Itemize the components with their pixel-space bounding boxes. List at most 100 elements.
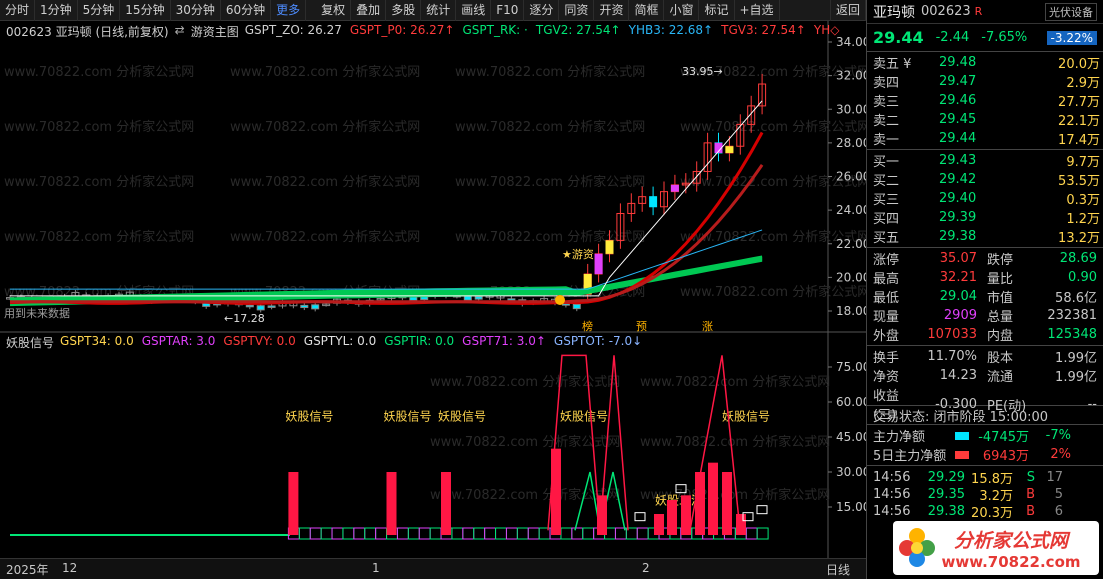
price-change-pct: -7.65% (981, 30, 1028, 45)
tick-time: 14:56 (873, 487, 911, 502)
period-tab-4[interactable]: 30分钟 (171, 0, 221, 21)
signal-box (353, 527, 366, 540)
ask-row[interactable]: 卖四 29.47 2.9万 (867, 72, 1103, 91)
toolbar-button-11[interactable]: 标记 (699, 0, 735, 21)
stat-label: 最低 (873, 291, 900, 306)
chart-toolbar: 分时 1分钟 5分钟 15分钟 30分钟 60分钟 更多 复权 叠加 多股 统计 画线 F10 逐分 同资开… (0, 0, 866, 21)
period-tab-2[interactable]: 5分钟 (78, 0, 121, 21)
signal-bar (722, 472, 732, 535)
period-tab-3[interactable]: 15分钟 (120, 0, 171, 21)
period-tab-0[interactable]: 分时 (0, 0, 36, 21)
tick-row: 14:56 29.35 3.2万 B 5 (867, 485, 1103, 504)
stock-name: 亚玛顿 (873, 4, 915, 21)
tick-time: 14:56 (873, 470, 911, 485)
tick-count: 17 (1046, 470, 1063, 485)
back-button[interactable]: 返回 (829, 0, 866, 21)
signal-bar (441, 472, 451, 535)
price-change: -2.44 (935, 30, 970, 45)
signal-box (756, 527, 769, 540)
period-label[interactable]: 日线 (826, 561, 850, 578)
signal-box (396, 527, 409, 540)
swap-icon[interactable]: ⇄ (175, 23, 185, 40)
toolbar-button-12[interactable]: +自选 (735, 0, 780, 21)
candle-body (572, 303, 581, 310)
ask-row[interactable]: 卖一 29.44 17.4万 (867, 129, 1103, 148)
period-tab-1[interactable]: 1分钟 (35, 0, 78, 21)
indicator-name[interactable]: 游资主图 (191, 23, 239, 40)
background-watermark: www.70822.com 分析家公式网 (4, 174, 194, 190)
signal-box (582, 527, 595, 540)
signal-box (527, 527, 540, 540)
ask-row[interactable]: 卖五 ¥ 29.48 20.0万 (867, 53, 1103, 72)
signal-box (429, 527, 442, 540)
youzi-annotation: ★游资 (562, 248, 594, 261)
toolbar-button-9[interactable]: 简框 (629, 0, 665, 21)
tick-side: B (1026, 504, 1035, 519)
stat-label: 跌停 (987, 253, 1014, 268)
signal-bar (667, 500, 677, 535)
stat-row: 涨停 35.07 跌停 28.69 (867, 249, 1103, 268)
main-legend-item: TGV3: 27.54↑ (721, 23, 806, 37)
order-price: 29.46 (939, 93, 977, 108)
sub-indicator-legend: 妖股信号 GSPT34: 0.0 GSPTAR: 3.0 GSPTVY: 0.0 GS… (6, 334, 642, 351)
kline-chart-svg[interactable]: www.70822.com 分析家公式网 www.70822.com 分析家公式网… (0, 21, 866, 558)
toolbar-button-8[interactable]: 开资 (594, 0, 630, 21)
bang-marker: 榜 (582, 319, 593, 333)
kline-chart-area[interactable]: www.70822.com 分析家公式网 www.70822.com 分析家公式网… (0, 21, 866, 558)
more-periods-button[interactable]: 更多 (271, 0, 307, 21)
stat-row: 净资 14.23 流通 1.99亿 (867, 366, 1103, 385)
main-indicator-legend: 002623 亚玛顿 (日线,前复权) ⇄ 游资主图 GSPT_ZO: 26.2… (6, 23, 839, 40)
ask-row[interactable]: 卖二 29.45 22.1万 (867, 110, 1103, 129)
stat-value: 58.6亿 (1055, 291, 1097, 306)
watermark-line1: 分析家公式网 (953, 529, 1068, 552)
stat-label: 总量 (987, 310, 1014, 325)
background-watermark: www.70822.com 分析家公式网 (640, 374, 830, 390)
stat-value: 1.99亿 (1055, 370, 1097, 385)
toolbar-button-3[interactable]: 统计 (421, 0, 457, 21)
signal-box (298, 527, 311, 540)
toolbar-button-1[interactable]: 叠加 (351, 0, 387, 21)
toolbar-button-7[interactable]: 同资 (559, 0, 595, 21)
signal-label: 妖股信号 (384, 410, 432, 424)
signal-bar (386, 472, 397, 535)
bid-row[interactable]: 买五 29.38 13.2万 (867, 227, 1103, 246)
signal-bar (551, 448, 561, 535)
signal-box (473, 527, 486, 540)
ask-row[interactable]: 卖三 29.46 27.7万 (867, 91, 1103, 110)
candle-body (507, 298, 516, 301)
toolbar-button-5[interactable]: F10 (491, 0, 525, 21)
bid-row[interactable]: 买三 29.40 0.3万 (867, 189, 1103, 208)
bid-orderbook: 买一 29.43 9.7万 买二 29.42 53.5万 买三 29.40 0.3万 买四 29.3… (867, 150, 1103, 248)
background-watermark: www.70822.com 分析家公式网 (455, 119, 645, 135)
order-qty: 17.4万 (1058, 133, 1100, 148)
month-2-label: 2 (642, 561, 650, 575)
sub-indicator-name[interactable]: 妖股信号 (6, 334, 54, 351)
industry-tag[interactable]: 光伏设备 (1045, 2, 1097, 21)
signal-bar (597, 495, 607, 535)
main-legend-item: GSPT_P0: 26.27↑ (349, 23, 455, 37)
stock-code: 002623 (921, 4, 971, 19)
period-tab-5[interactable]: 60分钟 (221, 0, 272, 21)
toolbar-button-0[interactable]: 复权 (316, 0, 352, 21)
capital-flow: 主力净额 -4745万 -7% 5日主力净额 6943万 2% (867, 425, 1103, 466)
stock-title-row: 亚玛顿 002623 R 光伏设备 (867, 0, 1103, 24)
bid-row[interactable]: 买四 29.39 1.2万 (867, 208, 1103, 227)
background-watermark: www.70822.com 分析家公式网 (455, 174, 645, 190)
tick-count: 5 (1054, 487, 1063, 502)
signal-box (495, 527, 507, 540)
background-watermark: www.70822.com 分析家公式网 (680, 119, 866, 135)
order-price: 29.38 (939, 229, 977, 244)
ytick-label: 22.00 (836, 237, 866, 251)
toolbar-button-10[interactable]: 小窗 (664, 0, 700, 21)
zhang-marker: 涨 (702, 320, 713, 333)
tick-list[interactable]: 14:56 29.29 15.8万 S 17 14:56 29.35 3.2万 B 5 14:56 2… (867, 466, 1103, 521)
bid-row[interactable]: 买二 29.42 53.5万 (867, 170, 1103, 189)
flow-row: 主力净额 -4745万 -7% (867, 426, 1103, 445)
toolbar-button-2[interactable]: 多股 (386, 0, 422, 21)
toolbar-button-6[interactable]: 逐分 (524, 0, 560, 21)
quote-panel: 亚玛顿 002623 R 光伏设备 29.44 -2.44 -7.65% -3.… (866, 0, 1103, 579)
bid-row[interactable]: 买一 29.43 9.7万 (867, 151, 1103, 170)
sub-legend-item: GSPT34: 0.0 (60, 334, 134, 348)
toolbar-button-4[interactable]: 画线 (456, 0, 492, 21)
stat-label: 股本 (987, 351, 1014, 366)
